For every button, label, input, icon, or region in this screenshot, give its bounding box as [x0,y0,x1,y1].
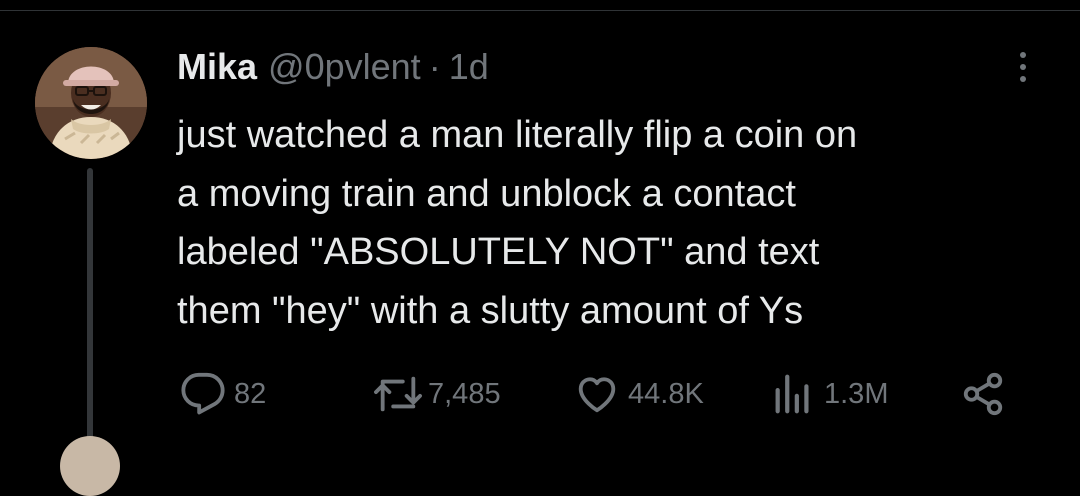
views-count: 1.3M [824,377,889,410]
heart-icon [578,377,616,413]
separator-dot: · [428,46,441,87]
avatar[interactable] [35,47,147,159]
more-dot-icon [1020,64,1026,70]
more-dot-icon [1020,52,1026,58]
action-bar: 82 7,485 44.8K 1.3M [0,366,1080,422]
share-button[interactable] [960,366,1006,422]
repost-icon [374,376,422,412]
reply-icon [181,372,225,415]
tweet-text-line: them "hey" with a slutty amount of Ys [177,289,804,332]
more-options-button[interactable] [1008,44,1038,90]
reply-button[interactable]: 82 [180,366,266,422]
author-handle[interactable]: @0pvlent [268,46,421,88]
tweet-text-line: labeled "ABSOLUTELY NOT" and text [177,231,820,273]
author-name[interactable]: Mika [177,46,257,88]
reply-count: 82 [234,377,267,410]
repost-count: 7,485 [428,377,501,410]
tweet[interactable]: Mika @0pvlent · 1d just watched a man li… [0,0,1080,496]
like-button[interactable]: 44.8K [574,366,704,422]
more-dot-icon [1020,76,1026,82]
avatar-image [35,47,147,159]
tweet-text-line: a moving train and unblock a contact [177,172,796,215]
share-icon [963,372,1003,416]
like-count: 44.8K [628,377,704,410]
views-button[interactable]: 1.3M [770,366,888,422]
next-reply-avatar[interactable] [60,436,120,496]
repost-button[interactable]: 7,485 [372,366,501,422]
tweet-header: Mika @0pvlent · 1d [177,44,489,90]
timestamp[interactable]: 1d [449,46,489,88]
tweet-text-line: just watched a man literally flip a coin… [177,114,858,156]
tweet-text: just watched a man literally flip a coin… [177,106,1057,340]
views-icon [775,374,809,414]
